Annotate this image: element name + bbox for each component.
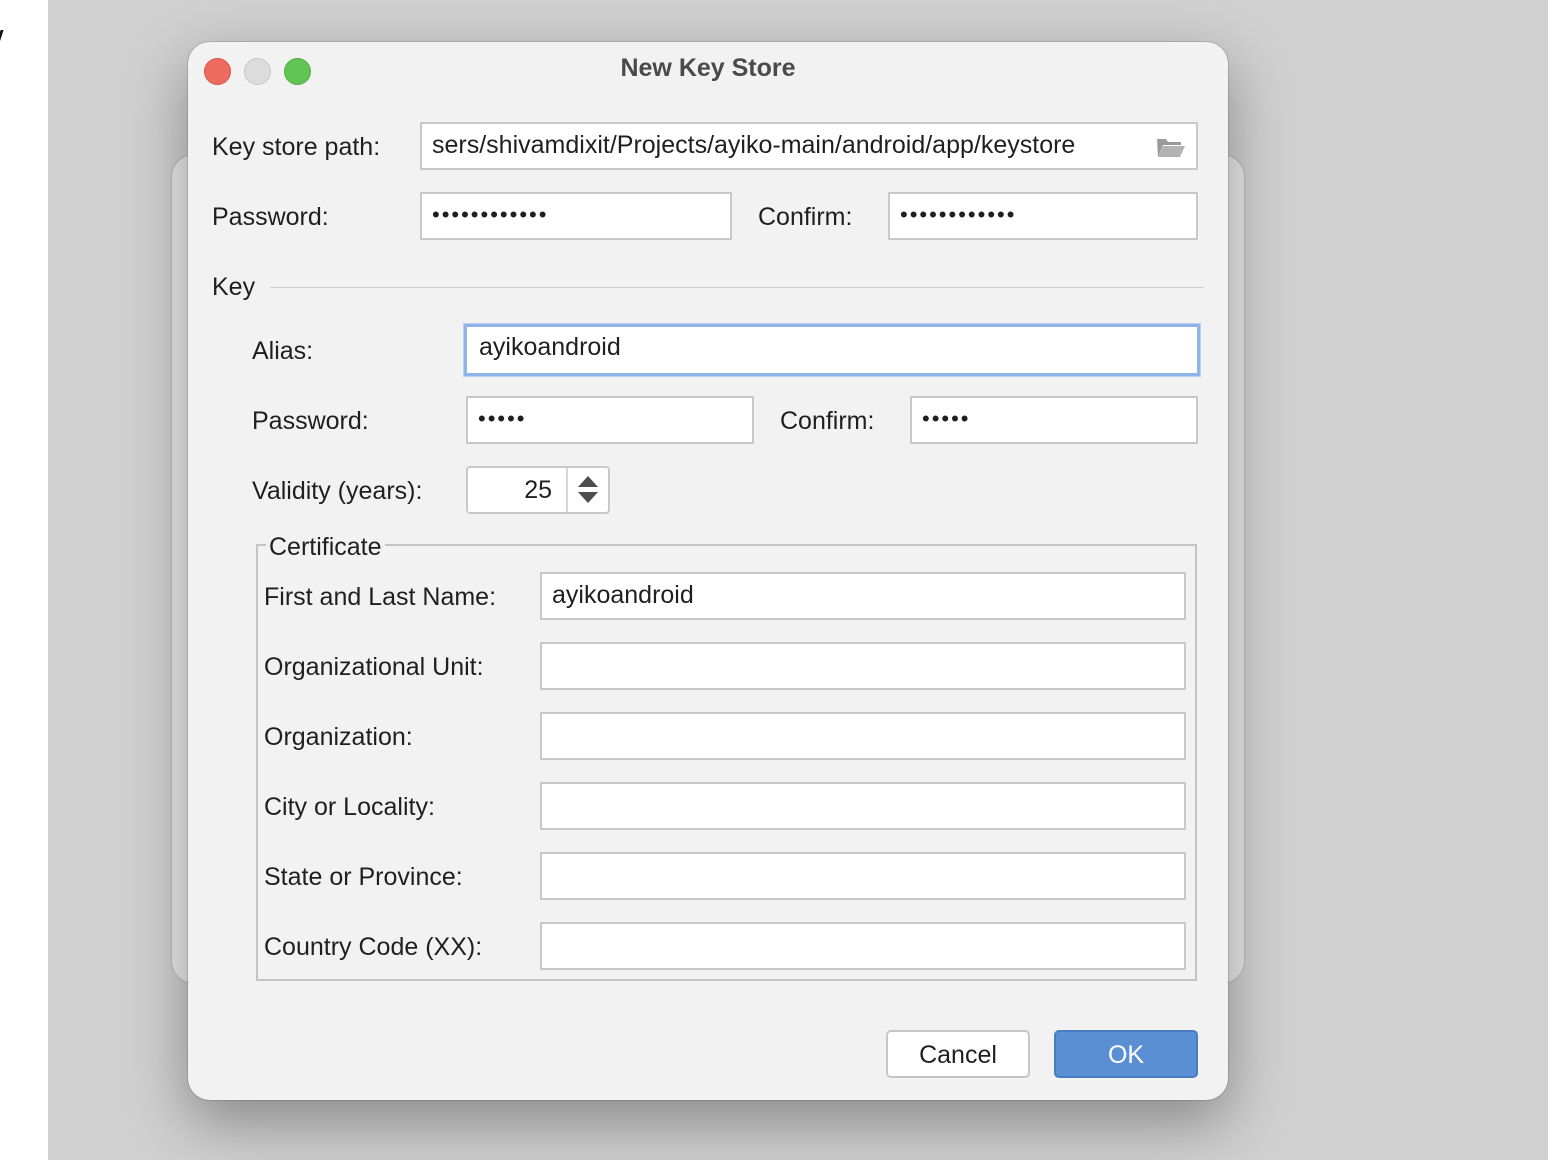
organization-label: Organization: bbox=[264, 723, 413, 751]
key-confirm-field[interactable]: ••••• bbox=[910, 396, 1198, 444]
dialog-title: New Key Store bbox=[620, 54, 796, 82]
ok-button[interactable]: OK bbox=[1054, 1030, 1198, 1078]
certificate-section-label: Certificate bbox=[266, 532, 385, 562]
state-province-label: State or Province: bbox=[264, 863, 463, 891]
cancel-button[interactable]: Cancel bbox=[886, 1030, 1030, 1078]
stepper-divider bbox=[566, 468, 568, 512]
organization-field[interactable] bbox=[540, 712, 1186, 760]
arrow-down-icon[interactable] bbox=[578, 492, 598, 503]
alias-label: Alias: bbox=[252, 337, 314, 365]
key-password-label: Password: bbox=[252, 407, 369, 435]
key-section-label: Key bbox=[212, 273, 256, 301]
key-confirm-label: Confirm: bbox=[780, 407, 875, 435]
city-locality-field[interactable] bbox=[540, 782, 1186, 830]
key-section-divider bbox=[270, 287, 1204, 288]
country-code-field[interactable] bbox=[540, 922, 1186, 970]
organizational-unit-label: Organizational Unit: bbox=[264, 653, 484, 681]
cursor-mark bbox=[0, 30, 6, 46]
arrow-up-icon[interactable] bbox=[578, 476, 598, 487]
key-password-field[interactable]: ••••• bbox=[466, 396, 754, 444]
keystore-path-field[interactable]: sers/shivamdixit/Projects/ayiko-main/and… bbox=[420, 122, 1198, 170]
keystore-confirm-field[interactable]: •••••••••••• bbox=[888, 192, 1198, 240]
keystore-path-value: sers/shivamdixit/Projects/ayiko-main/and… bbox=[432, 131, 1076, 159]
validity-value: 25 bbox=[524, 476, 552, 504]
state-province-field[interactable] bbox=[540, 852, 1186, 900]
left-background bbox=[0, 0, 48, 1160]
keystore-password-label: Password: bbox=[212, 203, 329, 231]
keystore-confirm-label: Confirm: bbox=[758, 203, 853, 231]
first-last-name-field[interactable]: ayikoandroid bbox=[540, 572, 1186, 620]
validity-stepper[interactable]: 25 bbox=[466, 466, 610, 514]
alias-field[interactable]: ayikoandroid bbox=[464, 324, 1200, 376]
first-last-name-label: First and Last Name: bbox=[264, 583, 497, 611]
organizational-unit-field[interactable] bbox=[540, 642, 1186, 690]
country-code-label: Country Code (XX): bbox=[264, 933, 483, 961]
folder-open-icon[interactable] bbox=[1156, 136, 1186, 158]
city-locality-label: City or Locality: bbox=[264, 793, 435, 821]
keystore-password-field[interactable]: •••••••••••• bbox=[420, 192, 732, 240]
validity-label: Validity (years): bbox=[252, 477, 423, 505]
keystore-path-label: Key store path: bbox=[212, 133, 381, 161]
